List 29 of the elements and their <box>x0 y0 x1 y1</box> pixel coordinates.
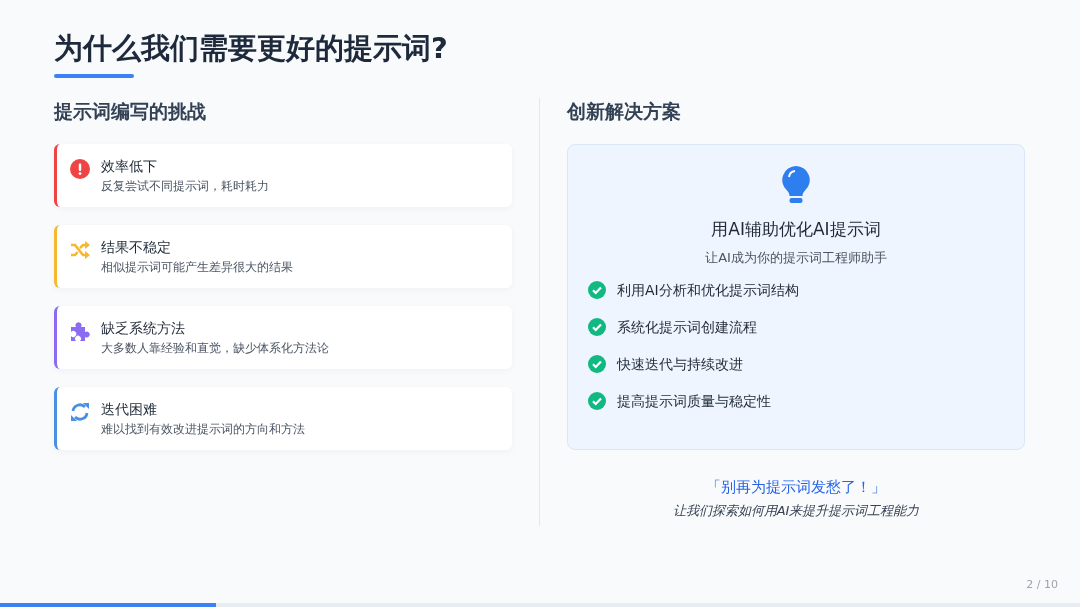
challenge-title: 效率低下 <box>101 157 158 176</box>
alert-icon <box>70 158 90 179</box>
quote-text: 「别再为提示词发愁了！」 <box>705 477 887 498</box>
slide-title: 为什么我们需要更好的提示词? <box>54 30 449 67</box>
solution-subtitle: 让AI成为你的提示词工程师助手 <box>705 249 887 267</box>
challenge-description: 相似提示词可能产生差异很大的结果 <box>101 259 293 276</box>
challenge-title: 迭代困难 <box>101 400 158 419</box>
puzzle-icon <box>70 320 90 341</box>
check-icon <box>588 392 606 410</box>
shuffle-icon <box>70 240 90 259</box>
page-number: 2 / 10 <box>1026 578 1058 591</box>
check-icon <box>588 318 606 336</box>
section-heading: 创新解决方案 <box>567 99 682 124</box>
benefit-text: 利用AI分析和优化提示词结构 <box>617 281 799 299</box>
benefit-text: 提高提示词质量与稳定性 <box>617 392 771 410</box>
check-icon <box>588 281 606 299</box>
check-icon <box>588 355 606 373</box>
challenge-description: 反复尝试不同提示词，耗时耗力 <box>101 178 269 195</box>
challenge-description: 难以找到有效改进提示词的方向和方法 <box>101 421 305 438</box>
section-heading: 提示词编写的挑战 <box>54 99 207 124</box>
solution-title: 用AI辅助优化AI提示词 <box>711 218 881 241</box>
lightbulb-icon <box>781 165 811 203</box>
challenge-description: 大多数人靠经验和直觉，缺少体系化方法论 <box>101 340 329 357</box>
tagline-text: 让我们探索如何用AI来提升提示词工程能力 <box>671 502 921 520</box>
benefit-text: 快速迭代与持续改进 <box>617 355 743 373</box>
challenge-title: 缺乏系统方法 <box>101 319 186 338</box>
benefit-text: 系统化提示词创建流程 <box>617 318 757 336</box>
challenge-title: 结果不稳定 <box>101 238 172 257</box>
sync-icon <box>70 401 90 422</box>
